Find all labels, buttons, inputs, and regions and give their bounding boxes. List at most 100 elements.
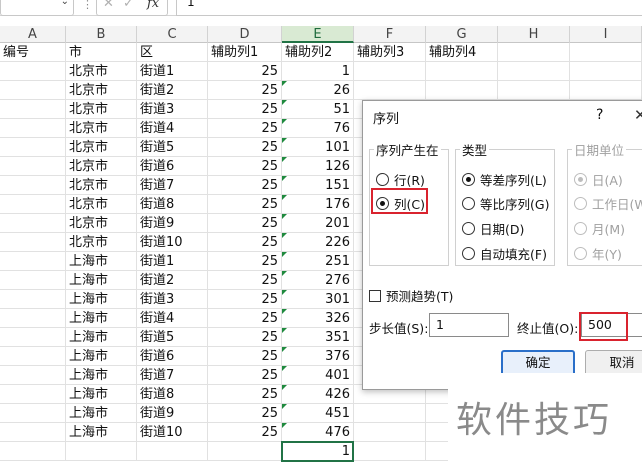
district-cell[interactable]: 街道6 <box>137 347 208 366</box>
help-icon[interactable]: ? <box>596 107 603 123</box>
aux2-cell[interactable]: 351 <box>282 328 354 347</box>
column-header-i[interactable]: I <box>570 26 642 43</box>
district-cell[interactable]: 街道3 <box>137 290 208 309</box>
day-radio-button[interactable] <box>574 173 587 186</box>
aux2-cell[interactable]: 426 <box>282 385 354 404</box>
close-icon[interactable]: ✕ <box>634 106 642 124</box>
district-cell[interactable]: 街道1 <box>137 62 208 81</box>
id-cell[interactable] <box>0 81 66 100</box>
id-cell[interactable] <box>0 442 66 461</box>
id-cell[interactable] <box>0 309 66 328</box>
aux1-cell[interactable]: 25 <box>208 100 282 119</box>
weekday-radio-button[interactable] <box>574 197 587 210</box>
aux1-cell[interactable]: 25 <box>208 157 282 176</box>
city-cell[interactable]: 北京市 <box>66 81 137 100</box>
city-cell[interactable]: 上海市 <box>66 309 137 328</box>
empty-cell[interactable] <box>354 423 426 442</box>
trend-checkbox-box[interactable] <box>369 289 381 302</box>
column-header-e[interactable]: E <box>282 26 354 43</box>
aux1-cell[interactable]: 25 <box>208 347 282 366</box>
id-cell[interactable] <box>0 423 66 442</box>
aux1-cell[interactable]: 25 <box>208 176 282 195</box>
aux2-cell[interactable]: 26 <box>282 81 354 100</box>
district-cell[interactable]: 街道5 <box>137 138 208 157</box>
city-cell[interactable]: 上海市 <box>66 271 137 290</box>
aux2-cell[interactable]: 226 <box>282 233 354 252</box>
id-cell[interactable] <box>0 233 66 252</box>
empty-cell[interactable] <box>354 81 426 100</box>
empty-cell[interactable] <box>354 62 426 81</box>
insert-function-icon[interactable]: fx <box>147 0 159 12</box>
day-radio[interactable]: 日(A) <box>574 170 623 189</box>
district-cell[interactable]: 街道2 <box>137 271 208 290</box>
empty-cell[interactable] <box>354 442 426 461</box>
formula-input[interactable]: 1 <box>176 0 642 16</box>
city-cell[interactable]: 上海市 <box>66 252 137 271</box>
id-cell[interactable] <box>0 252 66 271</box>
district-cell[interactable]: 街道5 <box>137 328 208 347</box>
id-cell[interactable] <box>0 119 66 138</box>
district-cell[interactable]: 街道4 <box>137 119 208 138</box>
linear-radio[interactable]: 等差序列(L) <box>462 170 547 189</box>
city-cell[interactable]: 北京市 <box>66 214 137 233</box>
city-cell[interactable]: 北京市 <box>66 195 137 214</box>
city-cell[interactable]: 上海市 <box>66 347 137 366</box>
district-cell[interactable]: 街道7 <box>137 366 208 385</box>
id-cell[interactable] <box>0 290 66 309</box>
city-cell[interactable]: 上海市 <box>66 404 137 423</box>
aux1-cell[interactable]: 25 <box>208 252 282 271</box>
district-cell[interactable]: 街道3 <box>137 100 208 119</box>
id-cell[interactable] <box>0 328 66 347</box>
district-cell[interactable]: 街道10 <box>137 423 208 442</box>
id-cell[interactable] <box>0 271 66 290</box>
aux1-cell[interactable]: 25 <box>208 385 282 404</box>
weekday-radio[interactable]: 工作日(W) <box>574 194 642 213</box>
aux1-cell[interactable]: 25 <box>208 423 282 442</box>
city-cell[interactable]: 北京市 <box>66 100 137 119</box>
aux2-cell[interactable]: 151 <box>282 176 354 195</box>
city-cell[interactable]: 上海市 <box>66 290 137 309</box>
column-header-c[interactable]: C <box>137 26 208 43</box>
id-cell[interactable] <box>0 366 66 385</box>
step-input[interactable]: 1 <box>429 313 509 337</box>
id-cell[interactable] <box>0 195 66 214</box>
header-cell-e[interactable]: 辅助列2 <box>282 43 354 62</box>
year-radio[interactable]: 年(Y) <box>574 244 622 263</box>
header-cell-a[interactable]: 编号 <box>0 43 66 62</box>
aux1-cell[interactable]: 25 <box>208 119 282 138</box>
id-cell[interactable] <box>0 404 66 423</box>
city-cell[interactable]: 上海市 <box>66 423 137 442</box>
stop-input[interactable]: 500 <box>581 313 642 337</box>
aux2-cell[interactable]: 76 <box>282 119 354 138</box>
aux2-cell[interactable]: 176 <box>282 195 354 214</box>
month-radio-button[interactable] <box>574 222 587 235</box>
date-radio[interactable]: 日期(D) <box>462 219 524 238</box>
city-cell[interactable]: 北京市 <box>66 62 137 81</box>
trend-checkbox[interactable]: 预测趋势(T) <box>369 286 453 305</box>
columns-radio-button[interactable] <box>376 197 389 210</box>
cancel-icon[interactable]: ✕ <box>103 0 114 12</box>
columns-radio[interactable]: 列(C) <box>376 194 425 213</box>
district-cell[interactable]: 街道9 <box>137 214 208 233</box>
aux2-cell[interactable]: 51 <box>282 100 354 119</box>
district-cell[interactable]: 街道1 <box>137 252 208 271</box>
city-cell[interactable]: 北京市 <box>66 138 137 157</box>
empty-cell[interactable] <box>426 81 498 100</box>
growth-radio-button[interactable] <box>462 197 475 210</box>
aux1-cell[interactable] <box>208 442 282 461</box>
aux1-cell[interactable]: 25 <box>208 62 282 81</box>
city-cell[interactable]: 上海市 <box>66 328 137 347</box>
rows-radio-button[interactable] <box>376 173 389 186</box>
id-cell[interactable] <box>0 214 66 233</box>
district-cell[interactable]: 街道10 <box>137 233 208 252</box>
empty-cell[interactable] <box>426 62 498 81</box>
city-cell[interactable]: 上海市 <box>66 366 137 385</box>
aux2-cell[interactable]: 126 <box>282 157 354 176</box>
aux2-cell[interactable]: 401 <box>282 366 354 385</box>
aux1-cell[interactable]: 25 <box>208 233 282 252</box>
aux2-cell[interactable]: 301 <box>282 290 354 309</box>
id-cell[interactable] <box>0 385 66 404</box>
aux2-cell[interactable]: 201 <box>282 214 354 233</box>
district-cell[interactable]: 街道2 <box>137 81 208 100</box>
district-cell[interactable]: 街道9 <box>137 404 208 423</box>
